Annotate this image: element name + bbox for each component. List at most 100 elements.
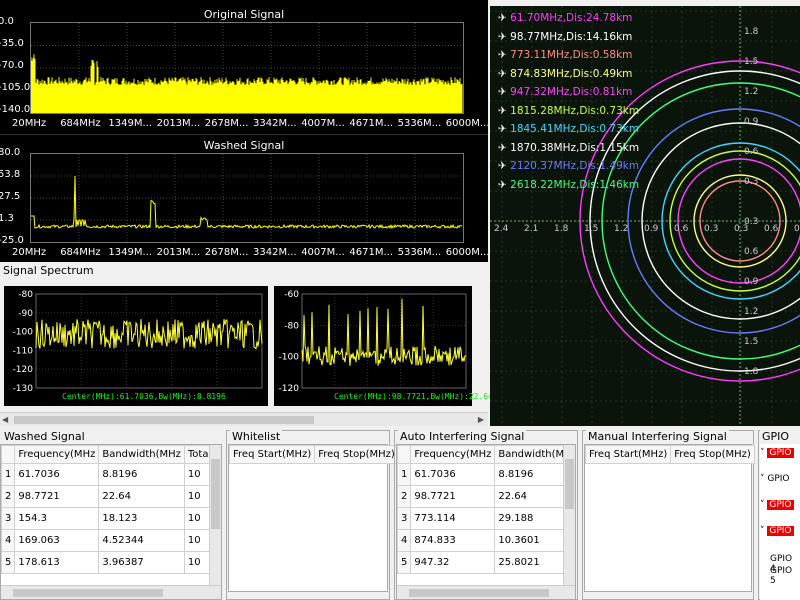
expand-arrow-icon[interactable]: ˅ [760,526,765,536]
table-cell[interactable]: 947.32 [410,551,496,574]
target-text: 1870.38MHz,Dis:1.15km [510,141,640,154]
column-header[interactable]: Frequency(MHz [410,445,496,464]
spectrum-scrollbar[interactable]: ◀ ▶ [0,412,488,426]
airplane-icon: ✈ [498,30,511,43]
gpio-item-1[interactable]: ˅ GPIO [760,448,794,458]
table-row[interactable]: 1 61.7036 8.8196 10 [1,463,221,486]
column-header[interactable]: Bandwidth(MHz [98,445,185,464]
auto-table-frame: Frequency(MHz Bandwidth(MHz 1 61.7036 8.8196… [396,444,576,600]
washed-x-tick: 20MHz [12,247,47,258]
original-y-tick: -35.0 [0,38,24,49]
auto-vscroll-thumb[interactable] [565,459,574,509]
column-header[interactable] [1,445,16,464]
table-cell[interactable]: 4 [397,529,412,552]
table-cell[interactable]: 773.114 [410,507,496,530]
table-cell[interactable]: 98.7721 [14,485,100,508]
auto-interfering-table[interactable]: Frequency(MHz Bandwidth(MHz 1 61.7036 8.8196… [397,445,575,574]
column-header[interactable]: Frequency(MHz [14,445,100,464]
table-row[interactable]: 5 947.32 25.8021 [397,551,575,574]
table-cell[interactable]: 3 [397,507,412,530]
expand-arrow-icon[interactable]: ˅ [760,474,765,484]
scroll-left-arrow-icon[interactable]: ◀ [2,415,8,424]
gpio-item-6[interactable]: GPIO 5 [770,566,800,586]
whitelist-table[interactable]: Freq Start(MHz) Freq Stop(MHz) [228,445,399,464]
table-cell[interactable]: 154.3 [14,507,100,530]
auto-hscroll-thumb[interactable] [409,589,549,597]
scroll-right-arrow-icon[interactable]: ▶ [478,415,484,424]
spectrum-scroll-thumb[interactable] [14,416,314,424]
washed-x-tick: 1349M... [108,247,153,258]
column-header[interactable]: Freq Stop(MHz) [670,445,755,464]
table-cell[interactable]: 2 [397,485,412,508]
radar-target-label: ✈ 61.70MHz,Dis:24.78km [498,12,632,24]
table-row[interactable]: 2 98.7721 22.64 [397,485,575,508]
table-cell[interactable]: 5 [1,551,16,574]
table-row[interactable]: 4 169.063 4.52344 10 [1,529,221,552]
spectrum-right-chart: -60 -80 -100 -120 Center(MHz):98.7721,Bw(MH… [274,286,493,406]
washed-table-hscroll[interactable] [1,585,221,599]
table-cell[interactable]: 98.7721 [410,485,496,508]
gpio-item-2[interactable]: ˅ GPIO [760,474,790,484]
table-cell[interactable]: 61.7036 [14,463,100,486]
table-cell[interactable]: 2 [1,485,16,508]
spectrum-right-trace: -60 -80 -100 -120 [279,290,467,394]
expand-arrow-icon[interactable]: ˅ [760,500,765,510]
washed-x-tick: 2013M... [156,247,201,258]
table-row[interactable]: 4 874.833 10.3601 [397,529,575,552]
washed-table-vscroll[interactable] [209,445,221,585]
table-cell[interactable]: 874.833 [410,529,496,552]
spectrum-y-tick: -120 [279,384,300,394]
table-cell[interactable]: 169.063 [14,529,100,552]
table-row[interactable]: 2 98.7721 22.64 10 [1,485,221,508]
washed-y-tick: -25.0 [0,235,24,246]
radar-x-tick: 0.9 [794,224,800,234]
washed-y-tick: 53.8 [0,169,21,180]
table-cell[interactable]: 8.8196 [98,463,185,486]
spectrum-y-tick: -110 [13,346,34,356]
gpio-item-3[interactable]: ˅ GPIO [760,500,794,510]
auto-table-vscroll[interactable] [563,445,575,585]
target-text: 2120.37MHz,Dis:1.49km [510,160,640,172]
original-signal-title: Original Signal [203,8,285,21]
gpio-item-4[interactable]: ˅ GPIO [760,526,794,536]
table-cell[interactable]: 5 [397,551,412,574]
auto-table-hscroll[interactable] [397,585,575,599]
table-cell[interactable]: 18.123 [98,507,185,530]
table-cell[interactable]: 3.96387 [98,551,185,574]
table-row[interactable]: 3 154.3 18.123 10 [1,507,221,530]
airplane-icon: ✈ [498,178,511,191]
radar-y-tick: 0.6 [744,147,759,157]
washed-signal-table[interactable]: Frequency(MHzBandwidth(MHzTotal Tim161.7… [1,445,221,574]
table-cell[interactable]: 4 [1,529,16,552]
table-row[interactable]: 1 61.7036 8.8196 [397,463,575,486]
spectrum-y-tick: -130 [13,384,34,394]
column-header[interactable]: Freq Start(MHz) [228,445,316,464]
target-text: 61.70MHz,Dis:24.78km [510,12,633,24]
table-cell[interactable]: 4.52344 [98,529,185,552]
table-row[interactable]: 3 773.114 29.188 [397,507,575,530]
radar-y-tick: 1.8 [744,367,759,377]
table-row[interactable]: 5 178.613 3.96387 10 [1,551,221,574]
washed-table-frame: Frequency(MHzBandwidth(MHzTotal Tim161.7… [0,444,222,600]
spectrum-left-trace: -80 -90 -100 -110 -120 -130 [13,290,263,394]
washed-vscroll-thumb[interactable] [211,459,220,529]
column-header[interactable]: Freq Start(MHz) [584,445,672,464]
radar-target-label: ✈ 1815.28MHz,Dis:0.73km [498,105,639,117]
table-cell[interactable]: 1 [1,463,16,486]
radar-target-label: ✈ 98.77MHz,Dis:14.16km [498,31,632,43]
column-header[interactable]: Freq Stop(MHz) [314,445,399,464]
radar-y-tick: 0.3 [744,177,758,187]
table-cell[interactable]: 61.7036 [410,463,496,486]
table-cell[interactable]: 22.64 [98,485,185,508]
table-cell[interactable]: 178.613 [14,551,100,574]
expand-arrow-icon[interactable]: ˅ [760,448,765,458]
washed-hscroll-thumb[interactable] [13,589,163,597]
airplane-icon: ✈ [498,86,511,98]
table-cell[interactable]: 3 [1,507,16,530]
manual-interfering-table[interactable]: Freq Start(MHz) Freq Stop(MHz) [584,445,755,464]
spectrum-left-caption: Center(MHz):61.7036,Bw(MHz):8.8196 [62,392,226,401]
radar-y-tick: 0.6 [744,247,759,257]
manual-table-title: Manual Interfering Signal [586,430,729,443]
table-cell[interactable]: 1 [397,463,412,486]
column-header[interactable] [397,445,412,464]
